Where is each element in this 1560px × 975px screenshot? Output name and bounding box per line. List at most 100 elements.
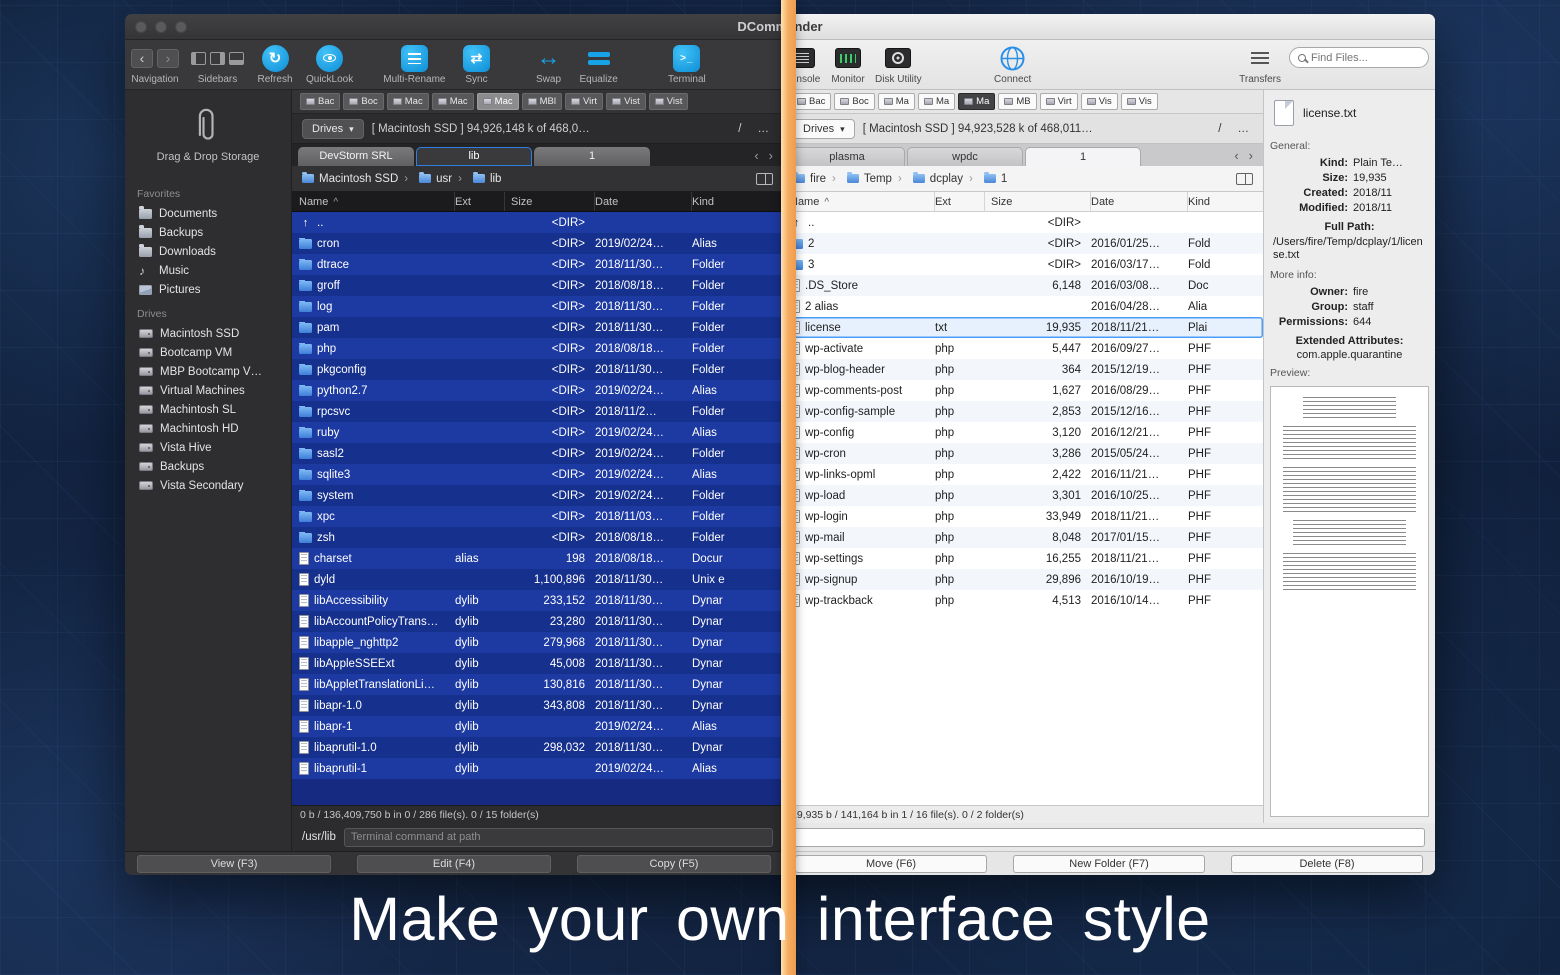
drive-button[interactable]: Ma bbox=[958, 93, 995, 110]
drives-dropdown[interactable]: Drives bbox=[302, 119, 364, 139]
table-row[interactable]: ruby <DIR> 2019/02/24… Alias bbox=[292, 422, 783, 443]
table-row[interactable]: .. <DIR> bbox=[292, 212, 783, 233]
swap-button[interactable]: Swap bbox=[530, 44, 568, 85]
table-row[interactable]: xpc <DIR> 2018/11/03… Folder bbox=[292, 506, 783, 527]
table-row[interactable]: dtrace <DIR> 2018/11/30… Folder bbox=[292, 254, 783, 275]
terminal-button[interactable]: Terminal bbox=[668, 44, 706, 85]
delete-f8-button[interactable]: Delete (F8) bbox=[1231, 855, 1423, 873]
table-row[interactable]: libapr-1 dylib 2019/02/24… Alias bbox=[292, 716, 783, 737]
table-row[interactable]: 3 <DIR> 2016/03/17… Fold bbox=[783, 254, 1263, 275]
table-row[interactable]: php <DIR> 2018/08/18… Folder bbox=[292, 338, 783, 359]
sidebar-item-drive[interactable]: Vista Hive bbox=[125, 438, 291, 457]
sidebar-item[interactable]: Documents bbox=[125, 204, 291, 223]
table-row[interactable]: charset alias 198 2018/08/18… Docur bbox=[292, 548, 783, 569]
column-header-kind[interactable]: Kind bbox=[1188, 192, 1263, 211]
sidebar-item-drive[interactable]: Vista Secondary bbox=[125, 476, 291, 495]
table-row[interactable]: .DS_Store 6,148 2016/03/08… Doc bbox=[783, 275, 1263, 296]
folder-tab[interactable]: wpdc bbox=[907, 147, 1023, 166]
table-row[interactable]: wp-login php 33,949 2018/11/21… PHF bbox=[783, 506, 1263, 527]
titlebar[interactable]: DCommander bbox=[125, 14, 783, 40]
disk-utility-button[interactable]: Disk Utility bbox=[875, 44, 922, 85]
equalize-button[interactable]: Equalize bbox=[580, 44, 618, 85]
drive-button[interactable]: MBl bbox=[522, 93, 562, 110]
terminal-command-input[interactable] bbox=[793, 828, 1425, 847]
column-header-name[interactable]: Name bbox=[292, 192, 455, 211]
sidebar-item-drive[interactable]: Bootcamp VM bbox=[125, 343, 291, 362]
column-header-size[interactable]: Size bbox=[985, 192, 1091, 211]
table-row[interactable]: python2.7 <DIR> 2019/02/24… Alias bbox=[292, 380, 783, 401]
folder-tab[interactable]: DevStorm SRL bbox=[298, 147, 414, 166]
table-row[interactable]: .. <DIR> bbox=[783, 212, 1263, 233]
forward-icon[interactable] bbox=[157, 49, 179, 68]
column-header-date[interactable]: Date bbox=[1091, 192, 1188, 211]
column-header-size[interactable]: Size bbox=[505, 192, 595, 211]
breadcrumb-item[interactable]: usr bbox=[398, 173, 452, 185]
sidebar-item[interactable]: Downloads bbox=[125, 242, 291, 261]
folder-tab[interactable]: 1 bbox=[534, 147, 650, 166]
breadcrumb-item[interactable]: Temp bbox=[826, 173, 892, 185]
titlebar[interactable]: DCommander bbox=[783, 14, 1435, 40]
table-row[interactable]: wp-signup php 29,896 2016/10/19… PHF bbox=[783, 569, 1263, 590]
table-row[interactable]: libaprutil-1.0 dylib 298,032 2018/11/30…… bbox=[292, 737, 783, 758]
view-f3-button[interactable]: View (F3) bbox=[137, 855, 331, 873]
find-files-search[interactable] bbox=[1289, 47, 1429, 68]
tab-next-icon[interactable] bbox=[1249, 148, 1253, 163]
folder-tab[interactable]: plasma bbox=[789, 147, 905, 166]
folder-tab[interactable]: lib bbox=[416, 147, 532, 166]
drive-button[interactable]: Bac bbox=[300, 93, 340, 110]
table-row[interactable]: wp-settings php 16,255 2018/11/21… PHF bbox=[783, 548, 1263, 569]
sidebar-item-drive[interactable]: MBP Bootcamp V… bbox=[125, 362, 291, 381]
breadcrumb-item[interactable]: lib bbox=[452, 173, 501, 185]
table-row[interactable]: wp-cron php 3,286 2015/05/24… PHF bbox=[783, 443, 1263, 464]
drive-button[interactable]: Vis bbox=[1121, 93, 1158, 110]
move-f6-button[interactable]: Move (F6) bbox=[795, 855, 987, 873]
folder-tab[interactable]: 1 bbox=[1025, 147, 1141, 166]
multi-rename-button[interactable]: Multi-Rename bbox=[383, 44, 445, 85]
table-row[interactable]: libAccountPolicyTrans… dylib 23,280 2018… bbox=[292, 611, 783, 632]
drive-button[interactable]: Ma bbox=[878, 93, 915, 110]
table-row[interactable]: 2 alias 2016/04/28… Alia bbox=[783, 296, 1263, 317]
sidebar-item[interactable]: Backups bbox=[125, 223, 291, 242]
table-row[interactable]: libAppletTranslationLi… dylib 130,816 20… bbox=[292, 674, 783, 695]
table-row[interactable]: libAccessibility dylib 233,152 2018/11/3… bbox=[292, 590, 783, 611]
sidebars-button[interactable]: Sidebars bbox=[191, 44, 244, 85]
drive-button[interactable]: Virt bbox=[1040, 93, 1078, 110]
table-row[interactable]: rpcsvc <DIR> 2018/11/2… Folder bbox=[292, 401, 783, 422]
table-row[interactable]: 2 <DIR> 2016/01/25… Fold bbox=[783, 233, 1263, 254]
breadcrumb-item[interactable]: 1 bbox=[963, 173, 1007, 185]
table-row[interactable]: libapr-1.0 dylib 343,808 2018/11/30… Dyn… bbox=[292, 695, 783, 716]
breadcrumb-item[interactable]: dcplay bbox=[892, 173, 963, 185]
table-row[interactable]: zsh <DIR> 2018/08/18… Folder bbox=[292, 527, 783, 548]
column-header-ext[interactable]: Ext bbox=[935, 192, 985, 211]
terminal-command-input[interactable] bbox=[344, 828, 773, 847]
drive-button[interactable]: Vist bbox=[649, 93, 689, 110]
sidebar-item-drive[interactable]: Machintosh HD bbox=[125, 419, 291, 438]
table-row[interactable]: license txt 19,935 2018/11/21… Plai bbox=[783, 317, 1263, 338]
drive-button[interactable]: Vist bbox=[606, 93, 646, 110]
drive-button[interactable]: Mac bbox=[387, 93, 429, 110]
new-folder-f7-button[interactable]: New Folder (F7) bbox=[1013, 855, 1205, 873]
table-row[interactable]: dyld 1,100,896 2018/11/30… Unix e bbox=[292, 569, 783, 590]
tab-next-icon[interactable] bbox=[769, 148, 773, 163]
table-row[interactable]: pkgconfig <DIR> 2018/11/30… Folder bbox=[292, 359, 783, 380]
sidebar-item[interactable]: Pictures bbox=[125, 280, 291, 299]
table-row[interactable]: sqlite3 <DIR> 2019/02/24… Alias bbox=[292, 464, 783, 485]
table-row[interactable]: wp-blog-header php 364 2015/12/19… PHF bbox=[783, 359, 1263, 380]
column-header-name[interactable]: Name bbox=[783, 192, 935, 211]
drive-button[interactable]: Ma bbox=[918, 93, 955, 110]
table-row[interactable]: pam <DIR> 2018/11/30… Folder bbox=[292, 317, 783, 338]
drives-dropdown[interactable]: Drives bbox=[793, 119, 855, 139]
table-row[interactable]: cron <DIR> 2019/02/24… Alias bbox=[292, 233, 783, 254]
sidebar-item[interactable]: Music bbox=[125, 261, 291, 280]
table-row[interactable]: wp-config-sample php 2,853 2015/12/16… P… bbox=[783, 401, 1263, 422]
table-row[interactable]: wp-mail php 8,048 2017/01/15… PHF bbox=[783, 527, 1263, 548]
drive-button[interactable]: Bac bbox=[791, 93, 831, 110]
copy-f5-button[interactable]: Copy (F5) bbox=[577, 855, 771, 873]
table-row[interactable]: wp-trackback php 4,513 2016/10/14… PHF bbox=[783, 590, 1263, 611]
column-header-date[interactable]: Date bbox=[595, 192, 692, 211]
table-row[interactable]: wp-links-opml php 2,422 2016/11/21… PHF bbox=[783, 464, 1263, 485]
drag-drop-storage[interactable]: Drag & Drop Storage bbox=[125, 96, 291, 179]
sync-button[interactable]: Sync bbox=[458, 44, 496, 85]
sidebar-item-drive[interactable]: Virtual Machines bbox=[125, 381, 291, 400]
table-row[interactable]: libapple_nghttp2 dylib 279,968 2018/11/3… bbox=[292, 632, 783, 653]
